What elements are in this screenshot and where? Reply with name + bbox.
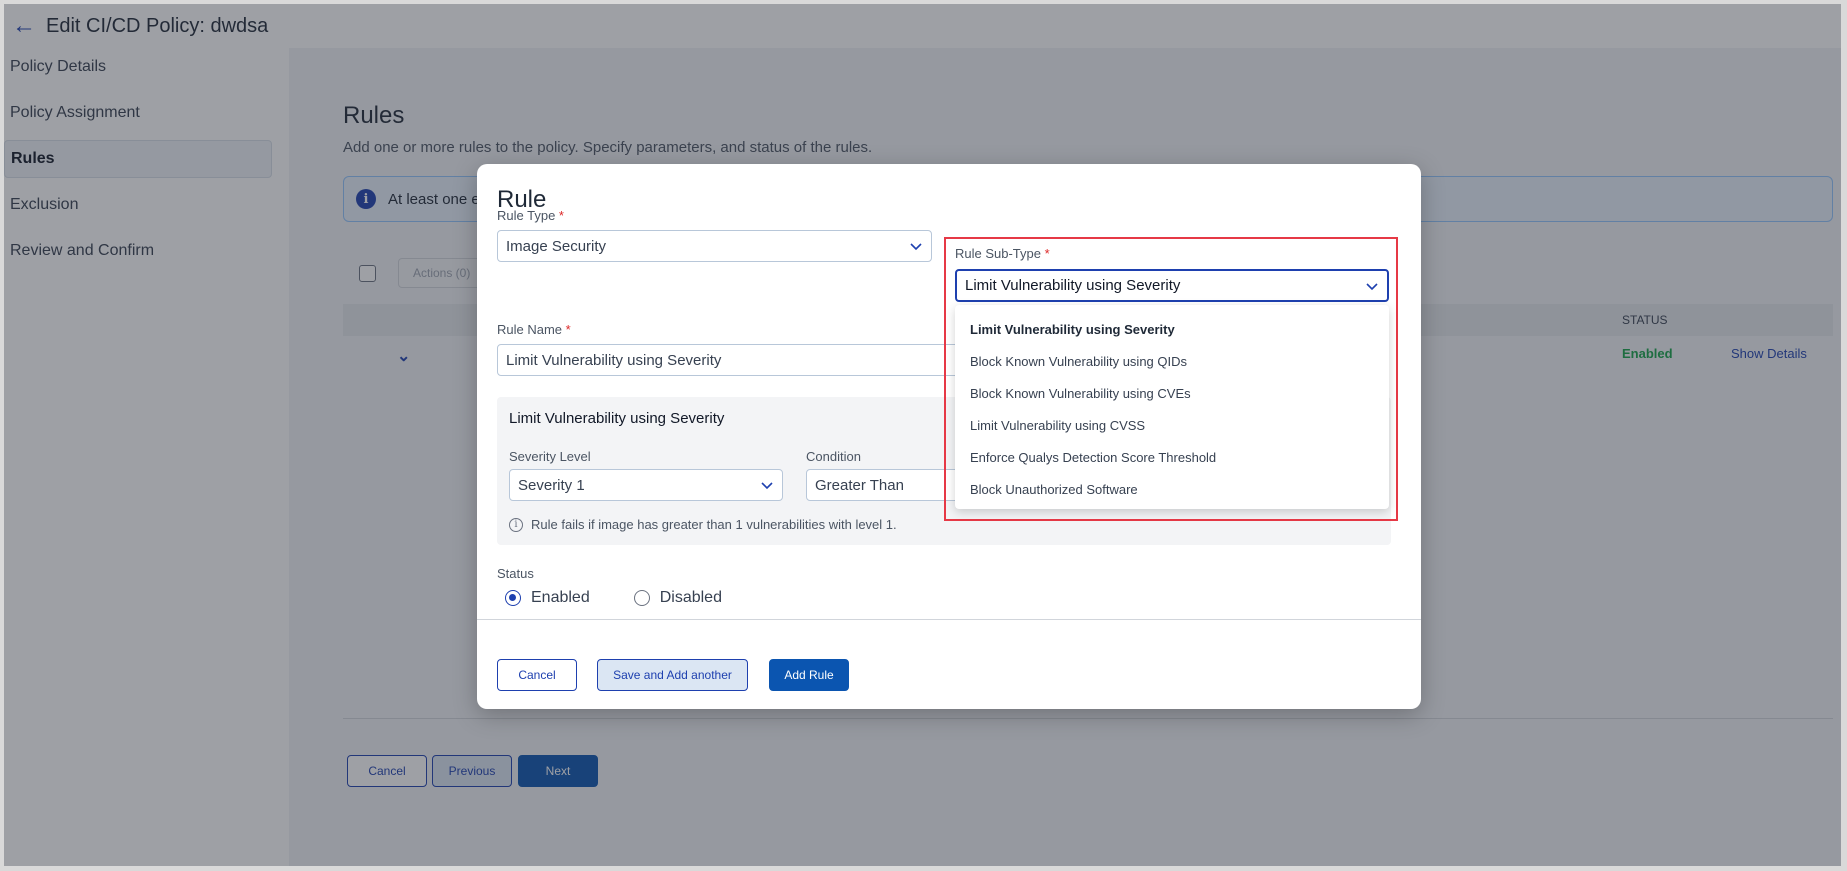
chevron-down-icon	[1365, 279, 1379, 293]
rule-name-input[interactable]: Limit Vulnerability using Severity	[497, 344, 967, 376]
rule-sub-type-value: Limit Vulnerability using Severity	[965, 277, 1181, 294]
rule-hint-text: Rule fails if image has greater than 1 v…	[531, 517, 897, 532]
required-mark: *	[558, 208, 564, 223]
dropdown-option[interactable]: Block Unauthorized Software	[955, 473, 1389, 505]
severity-level-select[interactable]: Severity 1	[509, 469, 783, 501]
radio-disabled[interactable]	[633, 590, 650, 606]
radio-enabled-label[interactable]: Enabled	[531, 589, 590, 607]
required-mark: *	[565, 322, 571, 337]
dropdown-option[interactable]: Limit Vulnerability using CVSS	[955, 409, 1389, 441]
severity-level-label: Severity Level	[509, 449, 591, 464]
dropdown-option[interactable]: Limit Vulnerability using Severity	[955, 313, 1389, 345]
rule-type-value: Image Security	[506, 237, 607, 255]
modal-divider	[477, 619, 1421, 620]
status-label: Status	[497, 566, 534, 581]
status-radio-group: Enabled Disabled	[505, 589, 766, 607]
dropdown-option[interactable]: Enforce Qualys Detection Score Threshold	[955, 441, 1389, 473]
radio-disabled-label[interactable]: Disabled	[660, 589, 722, 607]
required-mark: *	[1044, 246, 1050, 261]
rule-type-label-text: Rule Type	[497, 208, 556, 223]
rule-name-value: Limit Vulnerability using Severity	[506, 351, 722, 369]
rule-name-label: Rule Name *	[497, 322, 571, 337]
parameters-title: Limit Vulnerability using Severity	[509, 410, 725, 427]
rule-name-label-text: Rule Name	[497, 322, 563, 337]
rule-sub-type-label: Rule Sub-Type *	[955, 246, 1050, 261]
info-outline-icon: i	[509, 517, 523, 532]
severity-level-value: Severity 1	[518, 476, 585, 494]
dropdown-option[interactable]: Block Known Vulnerability using CVEs	[955, 377, 1389, 409]
rule-sub-type-label-text: Rule Sub-Type	[955, 246, 1041, 261]
condition-label: Condition	[806, 449, 861, 464]
save-and-add-another-button[interactable]: Save and Add another	[597, 659, 748, 691]
rule-type-label: Rule Type *	[497, 208, 564, 223]
radio-enabled[interactable]	[505, 590, 521, 606]
dropdown-option[interactable]: Block Known Vulnerability using QIDs	[955, 345, 1389, 377]
chevron-down-icon	[909, 239, 923, 253]
rule-sub-type-dropdown: Limit Vulnerability using Severity Block…	[955, 305, 1389, 509]
chevron-down-icon	[760, 478, 774, 492]
add-rule-button[interactable]: Add Rule	[769, 659, 849, 691]
cancel-button[interactable]: Cancel	[497, 659, 577, 691]
condition-select[interactable]: Greater Than	[806, 469, 966, 501]
rule-hint: i Rule fails if image has greater than 1…	[509, 517, 897, 532]
rule-type-select[interactable]: Image Security	[497, 230, 932, 262]
condition-value: Greater Than	[815, 476, 904, 494]
rule-sub-type-select[interactable]: Limit Vulnerability using Severity	[955, 269, 1389, 302]
